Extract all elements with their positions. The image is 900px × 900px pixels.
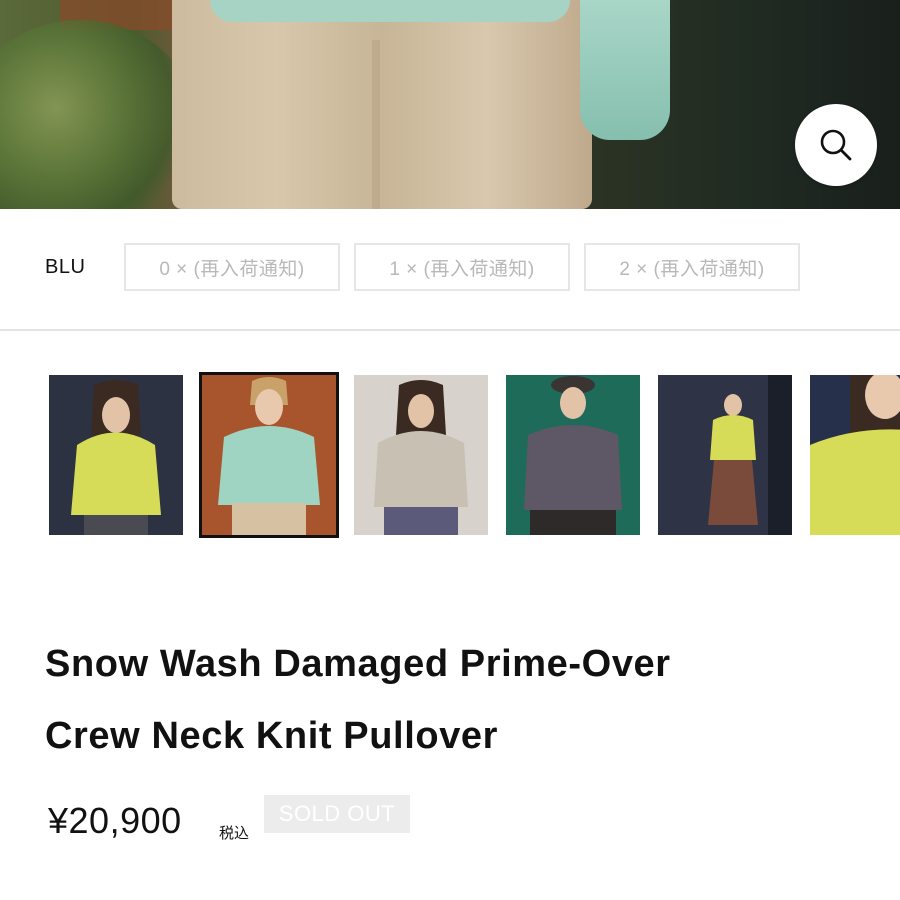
size-option-2[interactable]: 2 × (再入荷通知) <box>584 243 800 291</box>
thumbnail-1[interactable] <box>49 375 183 535</box>
color-label: BLU <box>45 256 86 278</box>
product-price: ¥20,900 <box>48 800 182 841</box>
hero-product-image <box>0 0 900 209</box>
thumbnail-image <box>49 375 183 535</box>
thumbnail-image <box>202 375 336 535</box>
hero-pants <box>172 0 592 209</box>
thumbnail-3[interactable] <box>354 375 488 535</box>
thumbnail-5[interactable] <box>658 375 792 535</box>
search-icon <box>820 129 852 161</box>
product-title-line-2: Crew Neck Knit Pullover <box>45 715 499 757</box>
thumbnail-image <box>810 375 900 535</box>
sold-out-badge: SOLD OUT <box>264 795 410 833</box>
thumbnail-gallery <box>0 372 900 538</box>
size-option-1[interactable]: 1 × (再入荷通知) <box>354 243 570 291</box>
hero-sweater-hem <box>210 0 570 22</box>
thumbnail-image <box>658 375 792 535</box>
variant-selector: BLU 0 × (再入荷通知) 1 × (再入荷通知) 2 × (再入荷通知) <box>0 209 900 331</box>
hero-sweater-sleeve <box>580 0 670 140</box>
hero-pants-fold <box>372 40 380 209</box>
size-option-0[interactable]: 0 × (再入荷通知) <box>124 243 340 291</box>
thumbnail-image <box>506 375 640 535</box>
thumbnail-4[interactable] <box>506 375 640 535</box>
product-title-line-1: Snow Wash Damaged Prime-Over <box>45 643 671 685</box>
thumbnail-image <box>354 375 488 535</box>
thumbnail-6[interactable] <box>810 375 900 535</box>
thumbnail-2[interactable] <box>199 372 339 538</box>
zoom-search-button[interactable] <box>795 104 877 186</box>
hero-background-detail <box>0 20 200 209</box>
tax-included-label: 税込 <box>219 825 250 842</box>
